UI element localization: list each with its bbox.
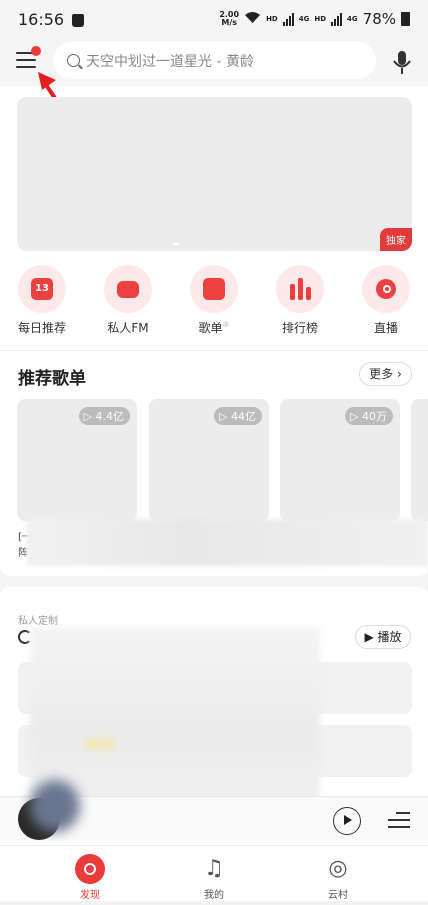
calendar-icon: 13 xyxy=(18,265,66,313)
network-4g-label-1: 4G xyxy=(298,15,310,23)
banner-carousel[interactable]: 独家 xyxy=(17,97,412,251)
blurred-region xyxy=(30,780,80,832)
app-screen: 16:56 2.00 M/s HD 4G HD 4G 78% 天空中划过一道星光… xyxy=(0,0,428,905)
play-count: 4.4亿 xyxy=(95,410,125,423)
quick-entry-live[interactable]: 直播 xyxy=(351,265,421,336)
microphone-icon[interactable] xyxy=(392,50,412,76)
status-time: 16:56 xyxy=(18,9,65,29)
menu-icon-line-3 xyxy=(16,66,36,68)
status-bar: 16:56 2.00 M/s HD 4G HD 4G 78% xyxy=(0,0,428,38)
notification-dot xyxy=(31,46,41,56)
quick-entry-label: 私人FM xyxy=(107,321,149,335)
nav-item-discover[interactable]: 发现 xyxy=(60,854,120,901)
search-placeholder: 天空中划过一道星光 - 黄龄 xyxy=(86,53,254,70)
bottom-nav: 发现 ♫ 我的 ◎ 云村 xyxy=(0,845,428,905)
play-all-label: 播放 xyxy=(377,630,402,644)
personal-subtitle: 私人定制 xyxy=(18,616,58,627)
more-button-label: 更多 xyxy=(369,367,394,381)
battery-icon xyxy=(401,12,410,26)
signal-icon-2 xyxy=(331,12,343,26)
recommend-title: 推荐歌单 xyxy=(18,369,86,389)
play-count-badge: ▷ 4.4亿 xyxy=(78,407,130,425)
blurred-highlight xyxy=(85,740,115,748)
nav-label: 云村 xyxy=(328,890,348,901)
play-pause-button[interactable] xyxy=(333,807,361,835)
discover-icon xyxy=(75,854,105,884)
play-count-badge: ▷ 40万 xyxy=(345,407,393,425)
play-count: 40万 xyxy=(362,410,387,423)
nav-label: 发现 xyxy=(80,890,100,901)
playlist-queue-icon[interactable] xyxy=(388,810,410,830)
quick-entry-daily[interactable]: 13 每日推荐 xyxy=(7,265,77,336)
chart-bars-icon xyxy=(276,265,324,313)
section-divider xyxy=(0,350,428,351)
network-4g-label-2: 4G xyxy=(347,15,358,23)
signal-icon xyxy=(282,12,294,26)
playlist-icon xyxy=(190,265,238,313)
playlist-card[interactable]: ▷ 4.4亿 xyxy=(17,399,137,521)
chevron-right-icon: › xyxy=(397,367,402,381)
playlist-card[interactable]: ▷ 44亿 xyxy=(149,399,269,521)
more-button[interactable]: 更多 › xyxy=(359,362,412,386)
network-hd-label-1: HD xyxy=(266,15,278,23)
shopping-bag-icon xyxy=(72,13,85,27)
play-icon: ▶ xyxy=(364,630,374,644)
radio-icon xyxy=(104,265,152,313)
playlist-card-partial[interactable] xyxy=(411,399,428,521)
play-count-badge: ▷ 44亿 xyxy=(214,407,262,425)
quick-entry-row: 13 每日推荐 私人FM 歌单® 排行榜 直播 xyxy=(0,265,428,345)
quick-entry-label: 每日推荐 xyxy=(17,321,66,335)
wifi-icon xyxy=(244,11,261,28)
quick-entry-playlist[interactable]: 歌单® xyxy=(179,265,249,336)
quick-entry-label: 歌单® xyxy=(179,319,249,336)
menu-icon-line-2 xyxy=(16,59,36,61)
quick-entry-label-text: 歌单 xyxy=(198,321,223,335)
music-note-icon: ♫ xyxy=(204,856,224,881)
search-icon xyxy=(67,54,80,67)
battery-percent: 78% xyxy=(362,10,396,28)
quick-entry-sup: ® xyxy=(222,321,230,329)
quick-entry-label: 排行榜 xyxy=(281,321,318,335)
quick-entry-fm[interactable]: 私人FM xyxy=(93,265,163,336)
calendar-day: 13 xyxy=(31,278,53,300)
nav-item-cloud-village[interactable]: ◎ 云村 xyxy=(308,854,368,901)
home-indicator xyxy=(0,901,428,905)
network-hd-label-2: HD xyxy=(314,15,327,23)
nav-label: 我的 xyxy=(204,890,224,901)
search-bar[interactable]: 天空中划过一道星光 - 黄龄 xyxy=(53,42,376,79)
playlist-card[interactable]: ▷ 40万 xyxy=(280,399,400,521)
play-all-button[interactable]: ▶ 播放 xyxy=(355,625,411,649)
quick-entry-label: 直播 xyxy=(373,321,398,335)
banner-tag: 独家 xyxy=(380,228,412,251)
play-count: 44亿 xyxy=(231,410,256,423)
network-speed: 2.00 M/s xyxy=(219,11,239,27)
network-speed-unit: M/s xyxy=(221,18,238,27)
cloud-village-icon: ◎ xyxy=(328,856,348,881)
quick-entry-chart[interactable]: 排行榜 xyxy=(265,265,335,336)
live-icon xyxy=(362,265,410,313)
blurred-region xyxy=(26,519,428,566)
carousel-indicator xyxy=(173,243,179,245)
nav-item-mine[interactable]: ♫ 我的 xyxy=(184,854,244,901)
